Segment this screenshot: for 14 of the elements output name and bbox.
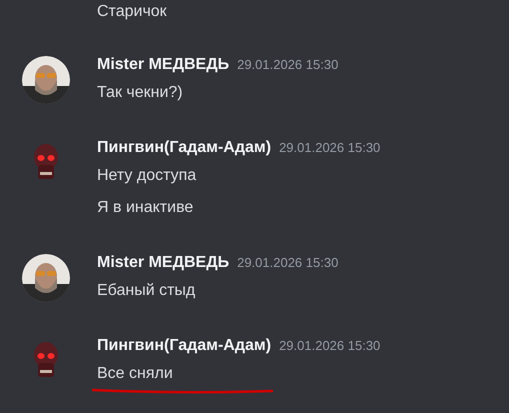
timestamp: 29.01.2026 15:30 bbox=[279, 139, 380, 157]
author-name[interactable]: Пингвин(Гадам-Адам) bbox=[97, 335, 272, 357]
timestamp: 29.01.2026 15:30 bbox=[279, 337, 380, 355]
message-text: Так чекни?) bbox=[97, 83, 184, 103]
author-name[interactable]: Пингвин(Гадам-Адам) bbox=[97, 137, 272, 159]
timestamp: 29.01.2026 15:30 bbox=[237, 56, 338, 74]
timestamp: 29.01.2026 15:30 bbox=[237, 254, 338, 272]
author-name[interactable]: Mister МЕДВЕДЬ bbox=[97, 252, 230, 274]
message-text: Все сняли bbox=[97, 364, 174, 384]
message-text: Старичок bbox=[97, 2, 168, 22]
message-text: Я в инактиве bbox=[97, 198, 194, 218]
message-text: Нету доступа bbox=[97, 166, 198, 186]
message-text: Ебаный стыд bbox=[97, 281, 196, 301]
author-name[interactable]: Mister МЕДВЕДЬ bbox=[97, 54, 230, 76]
